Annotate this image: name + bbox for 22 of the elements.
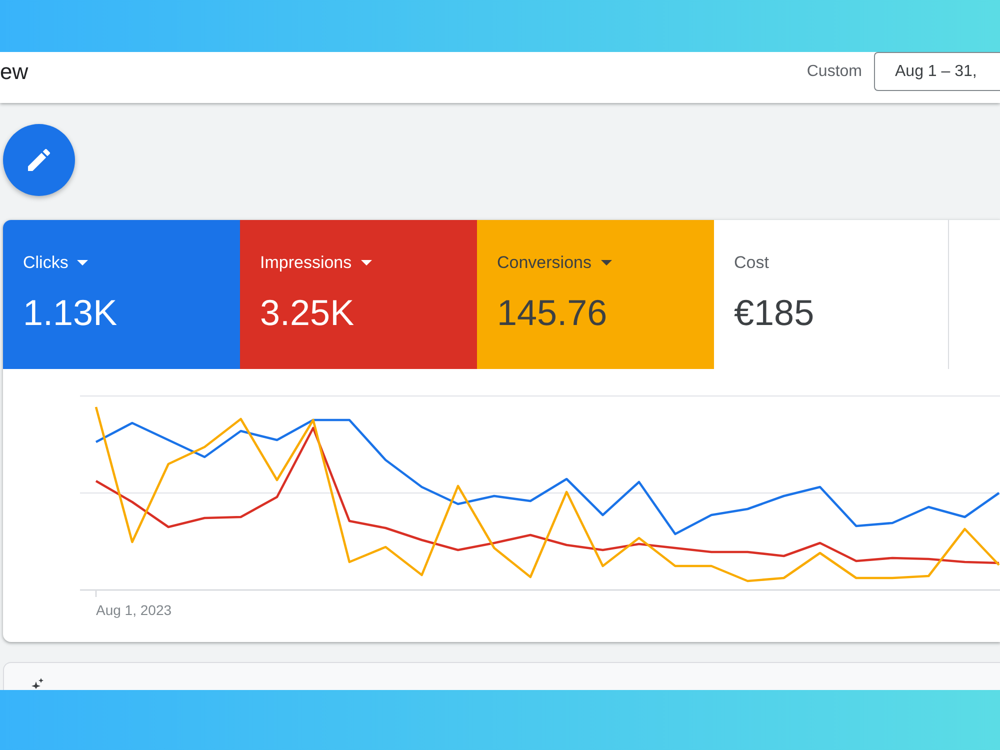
page-title: ew (0, 59, 28, 85)
metric-tile[interactable]: Impressions 3.25K (240, 220, 477, 369)
metric-value: 1.13K (23, 292, 118, 334)
metric-value: 145.76 (497, 292, 608, 334)
caret-icon (360, 260, 372, 266)
metric-tile[interactable]: Cost €185 (714, 220, 949, 369)
date-range-button[interactable]: Aug 1 – 31, (874, 52, 1000, 91)
metric-label: Impressions (260, 253, 352, 273)
metric-value: €185 (734, 292, 814, 334)
metric-tile[interactable]: Conversions 145.76 (477, 220, 714, 369)
metric-tile[interactable]: Clicks 1.13K (3, 220, 240, 369)
sparkle-icon (31, 678, 44, 689)
metric-label: Conversions (497, 253, 592, 273)
edit-button[interactable] (3, 124, 75, 196)
axis-label: Aug 1, 2023 (96, 602, 172, 618)
pencil-icon (28, 149, 50, 171)
metric-label: Clicks (23, 253, 68, 273)
metric-label: Cost (734, 253, 769, 273)
caret-icon (600, 260, 612, 266)
caret-icon (77, 260, 88, 266)
metric-value: 3.25K (260, 292, 354, 334)
date-range-label: Custom (806, 62, 862, 81)
